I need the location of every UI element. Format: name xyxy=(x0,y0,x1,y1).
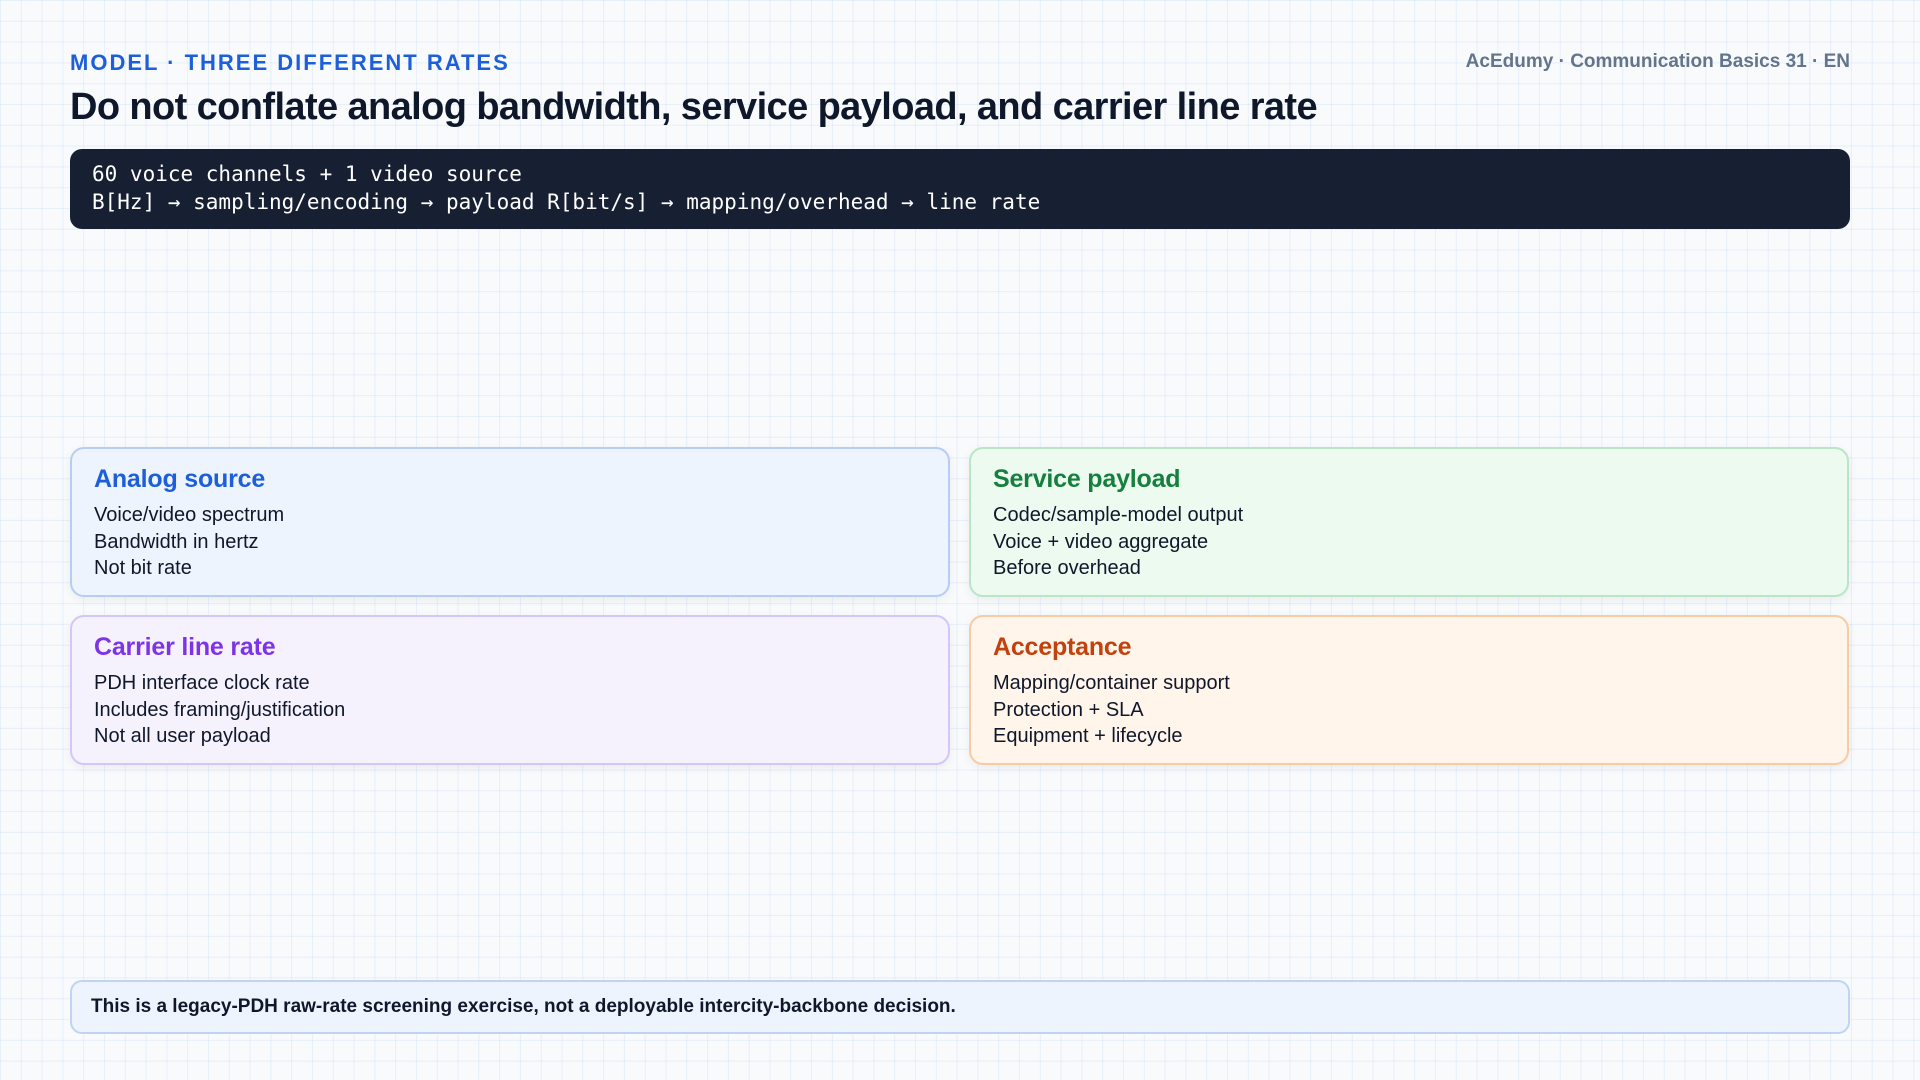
card-line: Mapping/container support xyxy=(993,672,1230,694)
footer-note: This is a legacy-PDH raw-rate screening … xyxy=(70,980,1850,1034)
card-line: Not bit rate xyxy=(94,557,192,579)
card-title: Carrier line rate xyxy=(94,633,276,661)
brand-label: AcEdumy · Communication Basics 31 · EN xyxy=(1465,51,1850,72)
card-line: Bandwidth in hertz xyxy=(94,530,259,553)
card-line: Voice/video spectrum xyxy=(94,504,285,526)
card-carrier-line-rate: Carrier line rate PDH interface clock ra… xyxy=(70,615,950,765)
section-eyebrow: MODEL · THREE DIFFERENT RATES xyxy=(70,50,510,75)
card-line: PDH interface clock rate xyxy=(94,672,310,694)
formula-line-1: 60 voice channels + 1 video source xyxy=(92,162,522,186)
page-title: Do not conflate analog bandwidth, servic… xyxy=(70,86,1318,128)
card-line: Protection + SLA xyxy=(993,698,1144,721)
card-line: Before overhead xyxy=(993,557,1141,579)
card-service-payload: Service payload Codec/sample-model outpu… xyxy=(969,447,1849,597)
card-line: Equipment + lifecycle xyxy=(993,725,1183,747)
card-line: Voice + video aggregate xyxy=(993,530,1209,553)
card-title: Acceptance xyxy=(993,633,1132,661)
formula-box: 60 voice channels + 1 video source B[Hz]… xyxy=(70,149,1850,229)
formula-line-2: B[Hz] → sampling/encoding → payload R[bi… xyxy=(92,190,1041,214)
card-line: Includes framing/justification xyxy=(94,698,346,721)
card-acceptance: Acceptance Mapping/container support Pro… xyxy=(969,615,1849,765)
card-analog-source: Analog source Voice/video spectrum Bandw… xyxy=(70,447,950,597)
card-title: Analog source xyxy=(94,465,266,493)
card-line: Not all user payload xyxy=(94,725,271,747)
card-title: Service payload xyxy=(993,465,1181,493)
card-line: Codec/sample-model output xyxy=(993,504,1244,526)
